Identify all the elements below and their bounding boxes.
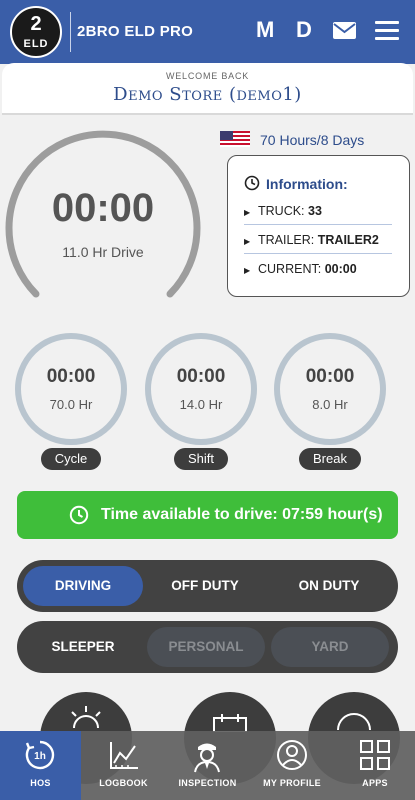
information-title: Information: <box>266 176 348 192</box>
chart-icon <box>110 742 138 769</box>
header-divider <box>70 12 71 52</box>
caret-right-icon: ▶ <box>244 208 251 217</box>
sun-icon <box>71 706 101 729</box>
app-logo: 2 ELD <box>10 6 62 58</box>
nav-label: HOS <box>30 778 51 788</box>
welcome-label: WELCOME BACK <box>165 71 250 81</box>
mail-icon[interactable] <box>333 22 356 39</box>
current-row: ▶ CURRENT: 00:00 <box>244 262 357 276</box>
logo-number: 2 <box>30 13 42 35</box>
off-duty-button[interactable]: OFF DUTY <box>145 566 265 606</box>
shift-hours: 14.0 Hr <box>179 397 223 412</box>
nav-label: APPS <box>362 778 388 788</box>
duty-status-bar: DRIVING OFF DUTY ON DUTY <box>17 560 398 612</box>
welcome-card: WELCOME BACK Demo Store (demo1) <box>2 63 413 115</box>
nav-label: LOGBOOK <box>99 778 148 788</box>
logo-text: ELD <box>23 38 49 50</box>
nav-label: MY PROFILE <box>263 778 321 788</box>
break-ring <box>274 333 386 445</box>
secondary-status-bar: SLEEPER PERSONAL YARD <box>17 621 398 673</box>
clock-icon <box>69 505 89 525</box>
info-separator <box>244 224 392 225</box>
driving-button[interactable]: DRIVING <box>23 566 143 606</box>
hos-icon: 1h <box>25 740 55 770</box>
info-separator <box>244 253 392 254</box>
trailer-row: ▶ TRAILER: TRAILER2 <box>244 233 379 247</box>
profile-icon <box>277 740 307 770</box>
nav-apps[interactable]: APPS <box>335 731 415 800</box>
nav-my-profile[interactable]: MY PROFILE <box>251 731 333 800</box>
nav-label: INSPECTION <box>178 778 237 788</box>
trailer-label: TRAILER: <box>258 233 315 247</box>
sleeper-button[interactable]: SLEEPER <box>23 627 143 667</box>
inspector-icon <box>194 743 220 773</box>
nav-inspection[interactable]: INSPECTION <box>166 731 249 800</box>
nav-hos[interactable]: 1h HOS <box>0 731 81 800</box>
yard-button[interactable]: YARD <box>271 627 389 667</box>
app-title: 2BRO ELD PRO <box>77 23 194 40</box>
available-text: Time available to drive: 07:59 hour(s) <box>101 506 383 523</box>
hours-rule[interactable]: 70 Hours/8 Days <box>260 132 364 148</box>
current-label: CURRENT: <box>258 262 322 276</box>
shift-label: Shift <box>174 448 228 470</box>
cycle-time: 00:00 <box>46 366 96 387</box>
drive-time: 00:00 <box>51 186 155 230</box>
d-button[interactable]: D <box>296 17 312 43</box>
app-header: 2 ELD 2BRO ELD PRO M D <box>0 0 415 64</box>
on-duty-button[interactable]: ON DUTY <box>269 566 389 606</box>
truck-label: TRUCK: <box>258 204 305 218</box>
break-label: Break <box>299 448 361 470</box>
bottom-nav: 1h HOS LOGBOOK INSPECTION MY PROFILE APP… <box>0 731 415 800</box>
calendar-icon <box>213 714 247 733</box>
information-card: Information: ▶ TRUCK: 33 ▶ TRAILER: TRAILE… <box>227 155 410 297</box>
current-value: 00:00 <box>324 262 357 276</box>
store-name: Demo Store (demo1) <box>113 84 302 105</box>
cycle-hours: 70.0 Hr <box>49 397 93 412</box>
svg-text:1h: 1h <box>34 751 46 762</box>
shift-time: 00:00 <box>176 366 226 387</box>
apps-grid-icon <box>360 740 390 770</box>
m-button[interactable]: M <box>256 17 274 43</box>
trailer-value: TRAILER2 <box>317 233 379 247</box>
nav-logbook[interactable]: LOGBOOK <box>83 731 164 800</box>
shift-ring <box>145 333 257 445</box>
cycle-ring <box>15 333 127 445</box>
timer-icon <box>337 713 371 731</box>
truck-row: ▶ TRUCK: 33 <box>244 204 322 218</box>
personal-button[interactable]: PERSONAL <box>147 627 265 667</box>
break-hours: 8.0 Hr <box>312 397 348 412</box>
break-time: 00:00 <box>305 366 355 387</box>
caret-right-icon: ▶ <box>244 237 251 246</box>
available-banner: Time available to drive: 07:59 hour(s) <box>17 491 398 539</box>
us-flag-icon <box>220 131 250 147</box>
drive-label: 11.0 Hr Drive <box>62 244 144 260</box>
clock-icon <box>244 175 260 191</box>
cycle-label: Cycle <box>41 448 101 470</box>
caret-right-icon: ▶ <box>244 266 251 275</box>
menu-icon[interactable] <box>375 21 399 41</box>
truck-value: 33 <box>308 204 322 218</box>
